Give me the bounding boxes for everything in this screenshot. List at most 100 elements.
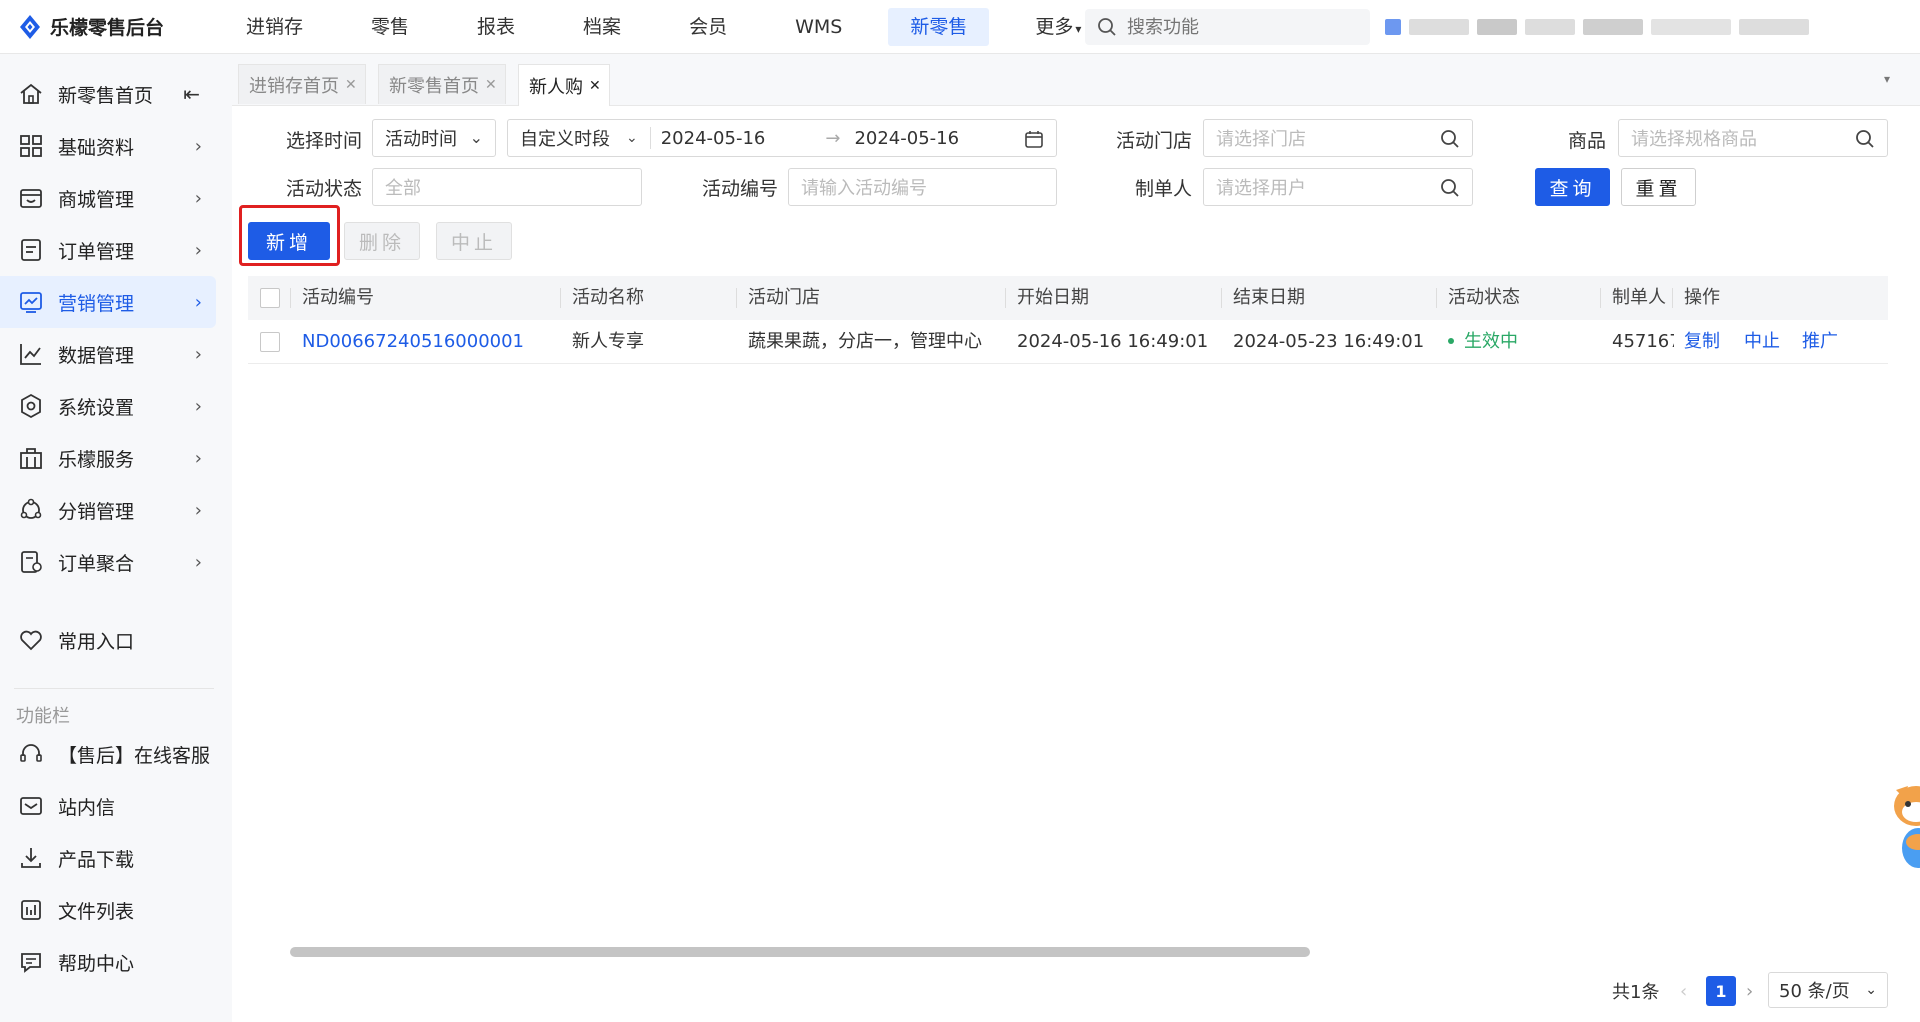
sidebar-item-order-management[interactable]: 订单管理 › [0,224,216,276]
nav-item-retail[interactable]: 零售 [349,8,431,46]
add-button[interactable]: 新增 [248,222,330,260]
stop-button[interactable]: 中止 [436,222,512,260]
collapse-sidebar-icon[interactable]: ⇤ [183,82,200,106]
sidebar-tool-inbox[interactable]: 站内信 [0,780,216,832]
nav-item-inventory[interactable]: 进销存 [224,8,325,46]
nav-item-wms[interactable]: WMS [773,8,864,46]
mascot-assistant-icon[interactable] [1886,776,1920,872]
sidebar-divider [14,688,214,689]
sidebar-item-lemeng-service[interactable]: 乐檬服务 › [0,432,216,484]
calendar-icon [1025,131,1043,148]
status-placeholder: 全部 [385,178,421,199]
close-icon[interactable]: ✕ [485,77,497,93]
sidebar-item-label: 订单聚合 [58,552,135,575]
sidebar-item-label: 乐檬服务 [58,448,135,471]
sidebar-item-system-settings[interactable]: 系统设置 › [0,380,216,432]
copy-link[interactable]: 复制 [1684,320,1720,364]
code-label: 活动编号 [701,178,778,200]
grid-icon [20,135,42,157]
close-icon[interactable]: ✕ [589,78,601,94]
column-header-code[interactable]: 活动编号 [302,276,374,320]
brand-logo-icon [20,14,40,39]
column-divider [1005,288,1006,308]
date-start[interactable]: 2024-05-16 [661,128,766,149]
creator-placeholder: 请选择用户 [1216,178,1306,199]
status-select[interactable]: 全部 [372,168,642,206]
time-type-select[interactable]: 活动时间 ⌄ [372,119,496,157]
column-header-end-date[interactable]: 结束日期 [1233,276,1305,320]
tab-label: 进销存首页 [249,75,339,97]
activity-stores: 蔬果果蔬，分店一，管理中心 [748,331,982,352]
store-placeholder: 请选择门店 [1216,129,1306,150]
product-select[interactable]: 请选择规格商品 [1618,119,1888,157]
store-icon [20,189,42,208]
function-search[interactable] [1085,9,1370,45]
code-input[interactable]: 请输入活动编号 [788,168,1057,206]
query-button[interactable]: 查询 [1535,168,1610,206]
sidebar-item-label: 营销管理 [58,292,135,315]
date-end[interactable]: 2024-05-16 [854,128,959,149]
distribution-icon [20,498,42,519]
horizontal-scrollbar[interactable] [290,947,1310,957]
stop-link[interactable]: 中止 [1744,320,1780,364]
tabs-menu-icon[interactable]: ▾ [1884,72,1890,86]
column-header-status[interactable]: 活动状态 [1448,276,1520,320]
mail-icon [20,797,42,815]
creator-select[interactable]: 请选择用户 [1203,168,1473,206]
sidebar-tool-help-center[interactable]: 帮助中心 [0,936,216,988]
sidebar-item-distribution-management[interactable]: 分销管理 › [0,484,216,536]
sidebar-item-label: 订单管理 [58,240,135,263]
column-header-name[interactable]: 活动名称 [572,276,644,320]
sidebar-item-label: 分销管理 [58,500,135,523]
sidebar-item-label: 常用入口 [58,630,135,653]
search-icon [1441,179,1459,197]
page-number-current[interactable]: 1 [1706,976,1736,1006]
nav-item-archives[interactable]: 档案 [561,8,643,46]
sidebar-tool-file-list[interactable]: 文件列表 [0,884,216,936]
delete-button[interactable]: 删除 [344,222,420,260]
tab-label: 新人购 [529,76,583,98]
search-icon [1441,130,1459,148]
sidebar-item-mall-management[interactable]: 商城管理 › [0,172,216,224]
tab-label: 新零售首页 [389,75,479,97]
activity-creator: 457167 [1612,331,1674,352]
column-header-creator[interactable]: 制单人 [1612,276,1672,320]
select-all-checkbox[interactable] [260,288,280,308]
activity-code-link[interactable]: ND00667240516000001 [302,320,524,364]
column-header-stores[interactable]: 活动门店 [748,276,820,320]
help-icon [21,953,41,973]
sidebar-tool-product-download[interactable]: 产品下载 [0,832,216,884]
sidebar-item-data-management[interactable]: 数据管理 › [0,328,216,380]
date-range-picker[interactable]: 自定义时段 ⌄ 2024-05-16 → 2024-05-16 [507,119,1057,157]
column-header-start-date[interactable]: 开始日期 [1017,276,1089,320]
nav-item-new-retail[interactable]: 新零售 [888,8,990,46]
home-icon [20,83,42,104]
sidebar-item-label: 新零售首页 [58,84,154,107]
function-search-input[interactable] [1127,16,1347,38]
prev-page-icon[interactable]: ‹ [1680,974,1687,1008]
store-select[interactable]: 请选择门店 [1203,119,1473,157]
nav-item-reports[interactable]: 报表 [455,8,537,46]
page-tabs: 进销存首页 ✕ 新零售首页 ✕ 新人购 ✕ ▾ [232,54,1920,106]
reset-button[interactable]: 重置 [1621,168,1696,206]
sidebar-item-basic-data[interactable]: 基础资料 › [0,120,216,172]
sidebar-tool-online-service[interactable]: 【售后】在线客服 [0,728,216,780]
sidebar-item-favorites[interactable]: 常用入口 [0,614,216,666]
tab-new-customer-purchase[interactable]: 新人购 ✕ [518,64,610,106]
nav-item-members[interactable]: 会员 [667,8,749,46]
row-checkbox[interactable] [260,332,280,352]
table-row[interactable]: ND00667240516000001 新人专享 蔬果果蔬，分店一，管理中心 2… [248,320,1888,364]
sidebar-item-label: 【售后】在线客服 [58,744,211,767]
page-size-select[interactable]: 50 条/页 ⌄ [1768,972,1888,1008]
sidebar-item-order-aggregation[interactable]: 订单聚合 › [0,536,216,588]
tab-new-retail-home[interactable]: 新零售首页 ✕ [378,64,506,104]
promote-link[interactable]: 推广 [1802,320,1838,364]
next-page-icon[interactable]: › [1746,974,1753,1008]
tab-inventory-home[interactable]: 进销存首页 ✕ [238,64,366,104]
brand-logo[interactable]: 乐檬零售后台 [18,13,164,40]
close-icon[interactable]: ✕ [345,77,357,93]
sidebar-item-marketing-management[interactable]: 营销管理 › [0,276,216,328]
sidebar-item-new-retail-home[interactable]: 新零售首页 ⇤ [0,68,216,120]
status-label: 活动状态 [285,178,362,200]
chevron-right-icon: › [194,135,202,157]
